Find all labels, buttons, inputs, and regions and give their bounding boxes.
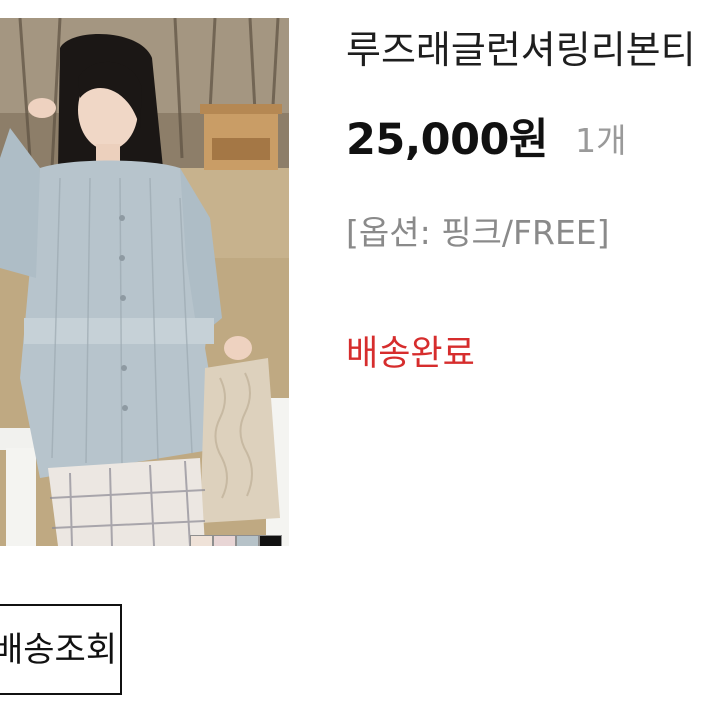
swatch-blue-gray xyxy=(236,535,259,546)
product-quantity: 1개 xyxy=(575,121,627,160)
color-swatches xyxy=(190,535,282,546)
track-delivery-button[interactable]: 배송조회 xyxy=(0,604,122,695)
product-name[interactable]: 루즈래글런셔링리본티 xyxy=(346,26,720,74)
price-row: 25,000원 1개 xyxy=(346,112,626,169)
product-image[interactable] xyxy=(0,18,289,546)
track-delivery-label: 배송조회 xyxy=(0,629,118,670)
product-photo-illustration xyxy=(0,18,289,546)
swatch-black xyxy=(259,535,282,546)
product-option: [옵션: 핑크/FREE] xyxy=(346,213,610,252)
swatch-cream xyxy=(190,535,213,546)
product-price: 25,000원 xyxy=(346,115,549,165)
swatch-pink xyxy=(213,535,236,546)
order-item-screen: 루즈래글런셔링리본티 25,000원 1개 [옵션: 핑크/FREE] 배송완료… xyxy=(0,0,720,720)
delivery-status: 배송완료 xyxy=(346,334,475,374)
